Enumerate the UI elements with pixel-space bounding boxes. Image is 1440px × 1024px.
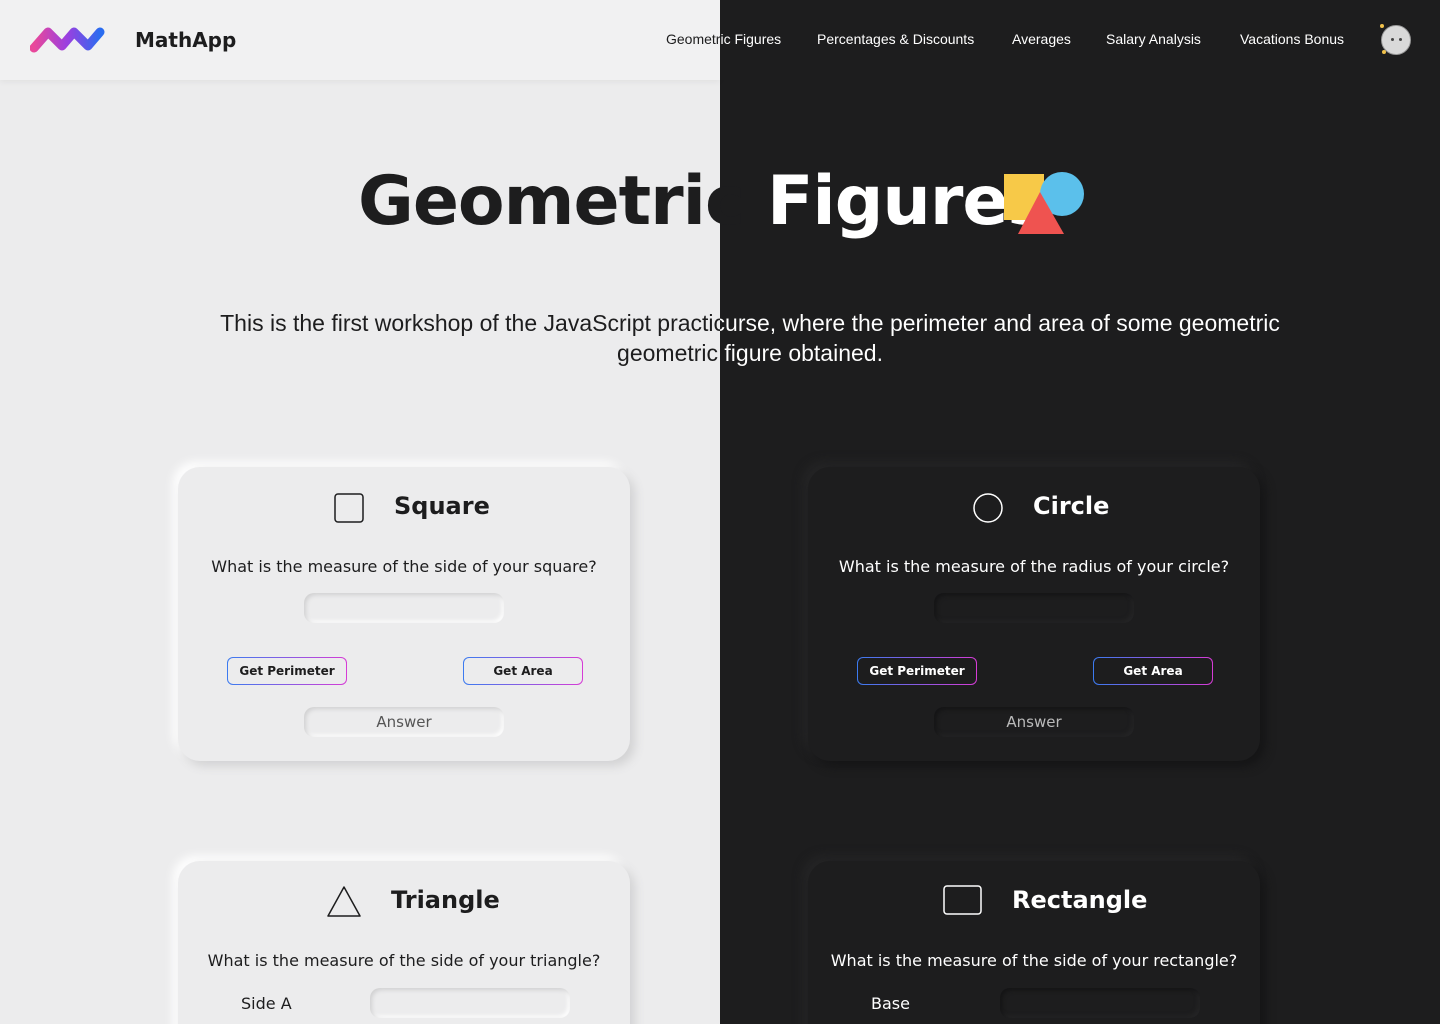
side-a-input[interactable] <box>370 988 570 1018</box>
get-perimeter-button[interactable]: Get Perimeter <box>857 657 977 685</box>
answer-field: Answer <box>934 707 1134 737</box>
get-area-button[interactable]: Get Area <box>463 657 583 685</box>
nav-label-part: Geometr <box>666 31 721 47</box>
triangle-icon <box>327 886 361 917</box>
top-navbar: MathApp Geometric Figures Percentages & … <box>0 0 1440 80</box>
card-header: Triangle <box>178 886 630 921</box>
base-input[interactable] <box>1000 988 1200 1018</box>
card-title: Circle <box>1033 492 1110 520</box>
page-description: This is the first workshop of the JavaSc… <box>170 308 1330 368</box>
answer-field: Answer <box>304 707 504 737</box>
base-label: Base <box>871 994 910 1013</box>
get-perimeter-button[interactable]: Get Perimeter <box>227 657 347 685</box>
nav-geometric-figures[interactable]: Geometric Figures <box>666 31 781 47</box>
star-icon <box>1382 50 1386 54</box>
circle-radius-input[interactable] <box>934 593 1134 623</box>
square-card: Square What is the measure of the side o… <box>178 467 630 761</box>
page-title: Geometric Figures <box>358 162 1048 241</box>
brand-name[interactable]: MathApp <box>135 28 236 52</box>
navbar-light-half <box>0 0 720 80</box>
card-header: Circle <box>808 492 1260 527</box>
mathapp-logo-icon[interactable] <box>30 24 106 56</box>
nav-averages[interactable]: Averages <box>1012 31 1071 47</box>
nav-salary-analysis[interactable]: Salary Analysis <box>1106 31 1201 47</box>
card-question: What is the measure of the side of your … <box>211 557 597 576</box>
star-icon <box>1380 24 1384 28</box>
circle-card: Circle What is the measure of the radius… <box>808 467 1260 761</box>
side-a-label: Side A <box>241 994 292 1013</box>
card-title: Rectangle <box>1012 886 1148 914</box>
card-header: Rectangle <box>808 885 1260 921</box>
square-icon <box>334 493 364 523</box>
card-title: Triangle <box>391 886 500 914</box>
get-area-button[interactable]: Get Area <box>1093 657 1213 685</box>
title-dark-part: Geometric <box>358 162 767 241</box>
card-question: What is the measure of the side of your … <box>830 951 1238 970</box>
nav-percentages-discounts[interactable]: Percentages & Discounts <box>817 31 974 47</box>
square-side-input[interactable] <box>304 593 504 623</box>
nav-vacations-bonus[interactable]: Vacations Bonus <box>1240 31 1344 47</box>
rectangle-card: Rectangle What is the measure of the sid… <box>808 861 1260 1024</box>
nav-label-part: ic Figures <box>720 31 782 47</box>
card-question: What is the measure of the radius of you… <box>838 557 1230 576</box>
triangle-card: Triangle What is the measure of the side… <box>178 861 630 1024</box>
card-question: What is the measure of the side of your … <box>207 951 601 970</box>
geometric-shapes-icon <box>1004 172 1084 234</box>
rectangle-icon <box>943 885 982 915</box>
circle-icon <box>973 493 1003 523</box>
card-title: Square <box>394 492 490 520</box>
card-header: Square <box>178 492 630 527</box>
